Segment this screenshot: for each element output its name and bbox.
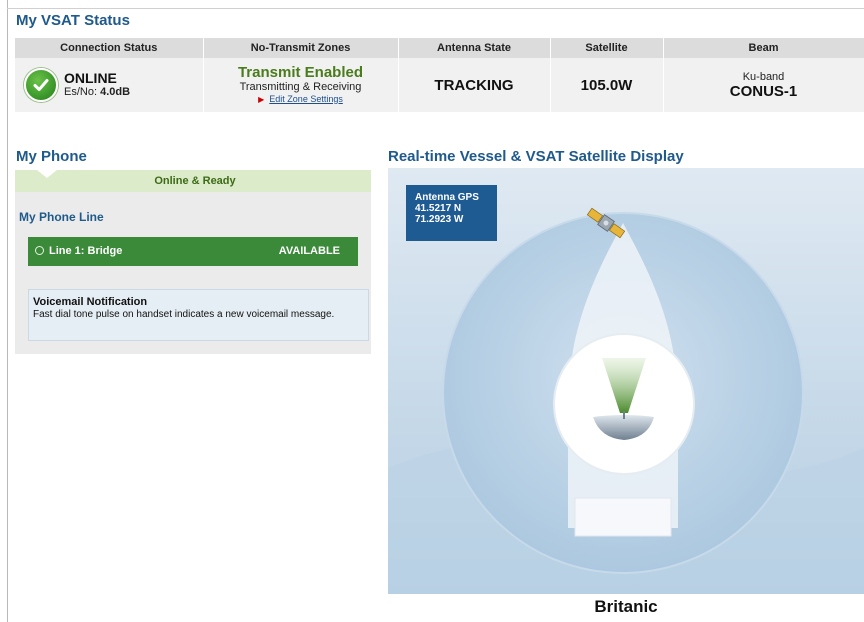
gps-latitude: 41.5217 N <box>415 203 462 214</box>
header-antenna-state: Antenna State <box>398 38 551 58</box>
edit-zone-settings-link[interactable]: ▶ Edit Zone Settings <box>204 93 398 106</box>
antenna-state-cell: TRACKING <box>398 58 551 112</box>
header-beam: Beam <box>663 38 864 58</box>
gps-longitude: 71.2923 W <box>415 214 464 225</box>
gps-label: Antenna GPS <box>415 192 479 203</box>
no-transmit-zones-cell: Transmit Enabled Transmitting & Receivin… <box>203 58 399 112</box>
voicemail-title: Voicemail Notification <box>33 296 148 308</box>
phone-line-status: AVAILABLE <box>278 245 340 257</box>
transmit-subtitle: Transmitting & Receiving <box>239 80 362 93</box>
voicemail-notification: Voicemail Notification Fast dial tone pu… <box>28 289 369 341</box>
vsat-value-row: ONLINE Es/No: 4.0dB Transmit Enabled Tra… <box>15 58 864 112</box>
phone-line-item[interactable]: Line 1: Bridge AVAILABLE <box>28 237 358 266</box>
transmit-status: Transmit Enabled <box>237 63 364 81</box>
connection-state: ONLINE <box>64 70 117 86</box>
phone-status-bar: Online & Ready <box>15 170 371 192</box>
esno-readout: Es/No: 4.0dB <box>64 86 130 99</box>
left-border <box>7 0 8 622</box>
beam-name: CONUS-1 <box>729 82 798 100</box>
vessel-deck <box>574 497 672 537</box>
header-satellite: Satellite <box>550 38 664 58</box>
my-phone-title: My Phone <box>16 148 87 165</box>
vsat-status-table: Connection Status No-Transmit Zones Ante… <box>15 38 864 112</box>
header-no-transmit-zones: No-Transmit Zones <box>203 38 399 58</box>
beam-cell: Ku-band CONUS-1 <box>663 58 864 112</box>
edit-zone-settings-label: Edit Zone Settings <box>269 93 343 104</box>
connection-status-cell: ONLINE Es/No: 4.0dB <box>15 58 204 112</box>
antenna-state-value: TRACKING <box>434 76 514 94</box>
phone-line-name: Line 1: Bridge <box>49 245 123 257</box>
antenna-gps-box: Antenna GPS 41.5217 N 71.2923 W <box>406 185 497 241</box>
vsat-header-row: Connection Status No-Transmit Zones Ante… <box>15 38 864 58</box>
voicemail-text: Fast dial tone pulse on handset indicate… <box>33 309 335 320</box>
beam-band: Ku-band <box>742 70 785 83</box>
header-connection-status: Connection Status <box>15 38 204 58</box>
red-arrow-icon: ▶ <box>258 94 265 104</box>
esno-value: 4.0dB <box>100 86 131 98</box>
top-border <box>7 8 864 9</box>
check-icon <box>24 68 58 102</box>
line-status-dot-icon <box>35 246 44 255</box>
phone-status-label: Online & Ready <box>154 175 236 187</box>
vsat-status-title: My VSAT Status <box>16 12 130 29</box>
phone-line-title: My Phone Line <box>19 210 104 224</box>
vessel-display-title: Real-time Vessel & VSAT Satellite Displa… <box>388 148 684 165</box>
satellite-value: 105.0W <box>580 76 633 94</box>
satellite-cell: 105.0W <box>550 58 664 112</box>
phone-panel: Online & Ready My Phone Line Line 1: Bri… <box>15 170 371 354</box>
esno-label: Es/No: <box>64 86 98 98</box>
vessel-name: Britanic <box>594 597 658 616</box>
